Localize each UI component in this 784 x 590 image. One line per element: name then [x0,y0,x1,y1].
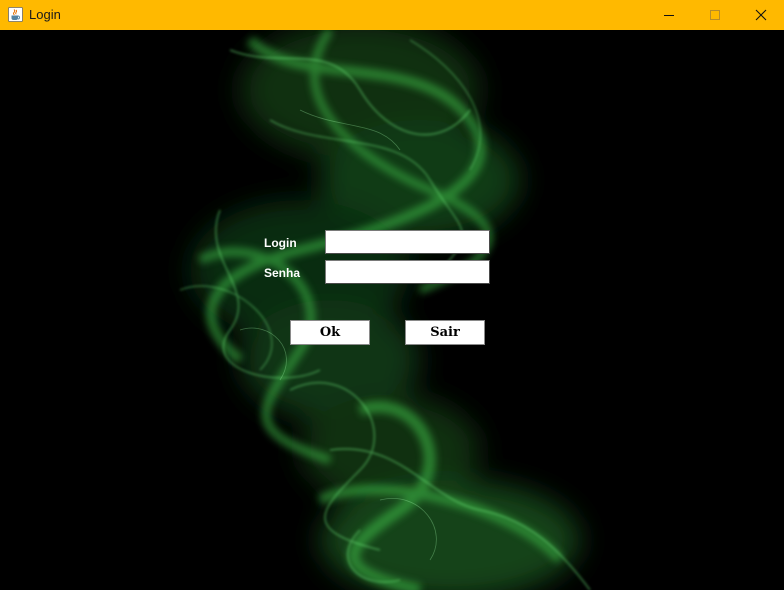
close-button[interactable] [738,0,784,30]
login-input[interactable] [325,230,490,254]
content-panel: Login Senha Ok Sair [0,30,784,590]
maximize-button[interactable] [692,0,738,30]
login-label: Login [264,236,297,250]
maximize-icon [710,10,720,20]
senha-label: Senha [264,266,301,280]
ok-button[interactable]: Ok [290,320,370,345]
senha-input[interactable] [325,260,490,284]
title-bar[interactable]: Login [0,0,784,30]
sair-button[interactable]: Sair [405,320,485,345]
green-smoke-background [0,30,784,590]
minimize-icon [664,15,674,16]
java-cup-icon [8,7,23,22]
login-window: Login Login Senha Ok Sair [0,0,784,590]
minimize-button[interactable] [646,0,692,30]
window-title: Login [29,7,61,22]
close-icon [755,9,767,21]
